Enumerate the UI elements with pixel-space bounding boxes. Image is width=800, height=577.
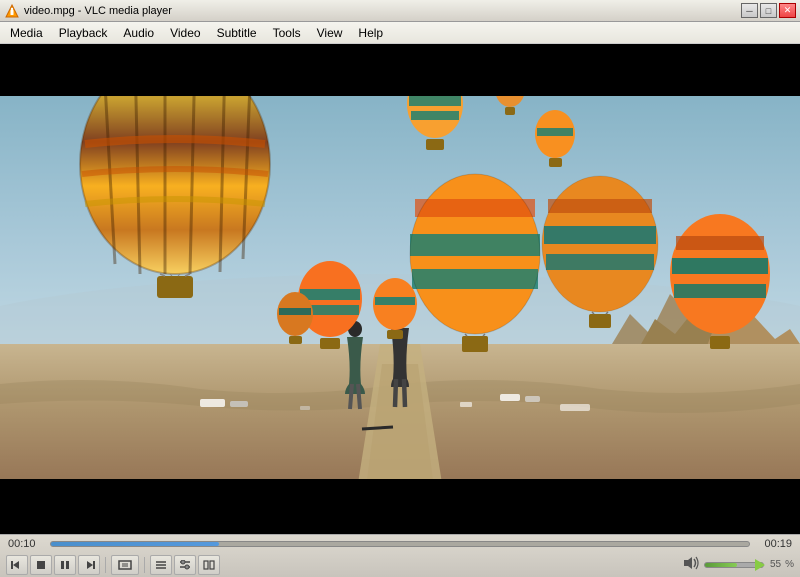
buttons-row: 55%	[0, 553, 800, 577]
title-left: video.mpg - VLC media player	[4, 3, 172, 19]
frame-button[interactable]	[198, 555, 220, 575]
stop-icon	[36, 560, 46, 570]
volume-fill	[705, 563, 737, 567]
menu-subtitle[interactable]: Subtitle	[209, 23, 265, 43]
time-total: 00:19	[756, 538, 792, 550]
progress-fill	[51, 542, 219, 546]
next-button[interactable]	[78, 555, 100, 575]
video-canvas	[0, 44, 800, 534]
balloon-layer	[0, 44, 800, 534]
volume-area: 55%	[682, 556, 794, 573]
window-controls: ─ □ ✕	[741, 3, 796, 18]
volume-percent-sign: %	[785, 559, 794, 570]
extended-settings-button[interactable]	[174, 555, 196, 575]
video-area[interactable]	[0, 44, 800, 534]
play-pause-button[interactable]	[54, 555, 76, 575]
menu-help[interactable]: Help	[350, 23, 391, 43]
progress-area: 00:10 00:19	[0, 535, 800, 553]
menu-audio[interactable]: Audio	[115, 23, 162, 43]
maximize-button[interactable]: □	[760, 3, 777, 18]
playlist-button[interactable]	[150, 555, 172, 575]
volume-knob	[755, 559, 765, 571]
playlist-icon	[155, 560, 167, 570]
progress-track[interactable]	[50, 541, 750, 547]
extended-icon	[179, 560, 191, 570]
fullscreen-icon	[118, 560, 132, 570]
volume-slider[interactable]	[704, 562, 764, 568]
volume-icon	[682, 556, 700, 573]
stop-button[interactable]	[30, 555, 52, 575]
close-button[interactable]: ✕	[779, 3, 796, 18]
separator-2	[144, 557, 145, 573]
controls-bar: 00:10 00:19	[0, 534, 800, 577]
next-icon	[83, 560, 95, 570]
menu-media[interactable]: Media	[2, 23, 51, 43]
time-elapsed: 00:10	[8, 538, 44, 550]
volume-percent: 55	[770, 559, 781, 570]
fullscreen-toggle-button[interactable]	[111, 555, 139, 575]
separator-1	[105, 557, 106, 573]
title-text: video.mpg - VLC media player	[24, 5, 172, 17]
prev-button[interactable]	[6, 555, 28, 575]
menu-video[interactable]: Video	[162, 23, 208, 43]
frame-icon	[203, 560, 215, 570]
title-bar: video.mpg - VLC media player ─ □ ✕	[0, 0, 800, 22]
vlc-icon	[4, 3, 20, 19]
pause-icon	[60, 560, 70, 570]
menu-playback[interactable]: Playback	[51, 23, 116, 43]
minimize-button[interactable]: ─	[741, 3, 758, 18]
speaker-icon	[682, 556, 700, 570]
menu-tools[interactable]: Tools	[265, 23, 309, 43]
menu-view[interactable]: View	[309, 23, 351, 43]
prev-icon	[11, 560, 23, 570]
menu-bar: Media Playback Audio Video Subtitle Tool…	[0, 22, 800, 44]
